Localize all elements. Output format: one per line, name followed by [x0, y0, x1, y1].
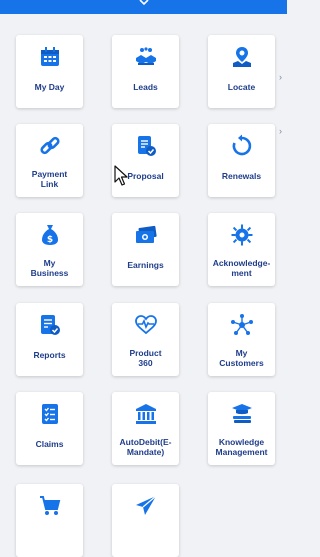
tile-label: Product 360	[129, 348, 162, 368]
tile-earnings[interactable]: Earnings	[112, 213, 179, 286]
tile-reports[interactable]: Reports	[16, 303, 83, 376]
tile-label: Leads	[133, 82, 158, 92]
tile-label: Knowledge Management	[215, 437, 268, 457]
handshake-icon	[134, 45, 158, 69]
tile-label: My Day	[34, 82, 65, 92]
map-pin-icon	[230, 45, 254, 69]
tile-my-day[interactable]: My Day	[16, 35, 83, 108]
tile-label: My Business	[30, 258, 69, 278]
tile-label: My Customers	[219, 348, 264, 368]
tile-my-business[interactable]: $ My Business	[16, 213, 83, 286]
svg-text:$: $	[46, 235, 52, 245]
tile-label: Payment Link	[31, 169, 68, 189]
books-icon	[230, 402, 254, 426]
document-check-icon	[134, 134, 158, 158]
checklist-icon	[38, 402, 62, 426]
settings-badge-icon	[230, 223, 254, 247]
calendar-icon	[38, 45, 62, 69]
tile-payment-link[interactable]: Payment Link	[16, 124, 83, 197]
bank-icon	[134, 402, 158, 426]
cash-icon	[134, 223, 158, 247]
link-icon	[38, 134, 62, 158]
network-icon	[230, 313, 254, 337]
scroll-right-icon: ›	[279, 126, 282, 136]
tile-label: Reports	[33, 350, 66, 360]
tile-leads[interactable]: Leads	[112, 35, 179, 108]
tile-label: AutoDebit(E- Mandate)	[119, 437, 172, 457]
refresh-icon	[230, 134, 254, 158]
tile-locate[interactable]: Locate	[208, 35, 275, 108]
paper-plane-icon	[134, 494, 158, 518]
tile-label: Renewals	[221, 171, 262, 181]
cart-icon	[38, 494, 62, 518]
tile-product-360[interactable]: Product 360	[112, 303, 179, 376]
mouse-cursor-icon	[114, 165, 128, 187]
scroll-right-icon: ›	[279, 72, 282, 82]
chevron-down-icon[interactable]	[137, 0, 151, 9]
tile-knowledge-management[interactable]: Knowledge Management	[208, 392, 275, 465]
heart-pulse-icon	[134, 313, 158, 337]
tile-renewals[interactable]: Renewals	[208, 124, 275, 197]
tile-claims[interactable]: Claims	[16, 392, 83, 465]
tile-acknowledgement[interactable]: Acknowledge- ment	[208, 213, 275, 286]
tile-label: Locate	[227, 82, 256, 92]
tile-my-customers[interactable]: My Customers	[208, 303, 275, 376]
money-bag-icon: $	[38, 223, 62, 247]
tile-cart[interactable]	[16, 484, 83, 557]
tile-autodebit[interactable]: AutoDebit(E- Mandate)	[112, 392, 179, 465]
tile-label: Claims	[35, 439, 64, 449]
top-app-bar	[0, 0, 287, 14]
report-check-icon	[38, 313, 62, 337]
tile-send[interactable]	[112, 484, 179, 557]
tile-label: Earnings	[127, 260, 164, 270]
tile-label: Acknowledge- ment	[212, 258, 271, 278]
